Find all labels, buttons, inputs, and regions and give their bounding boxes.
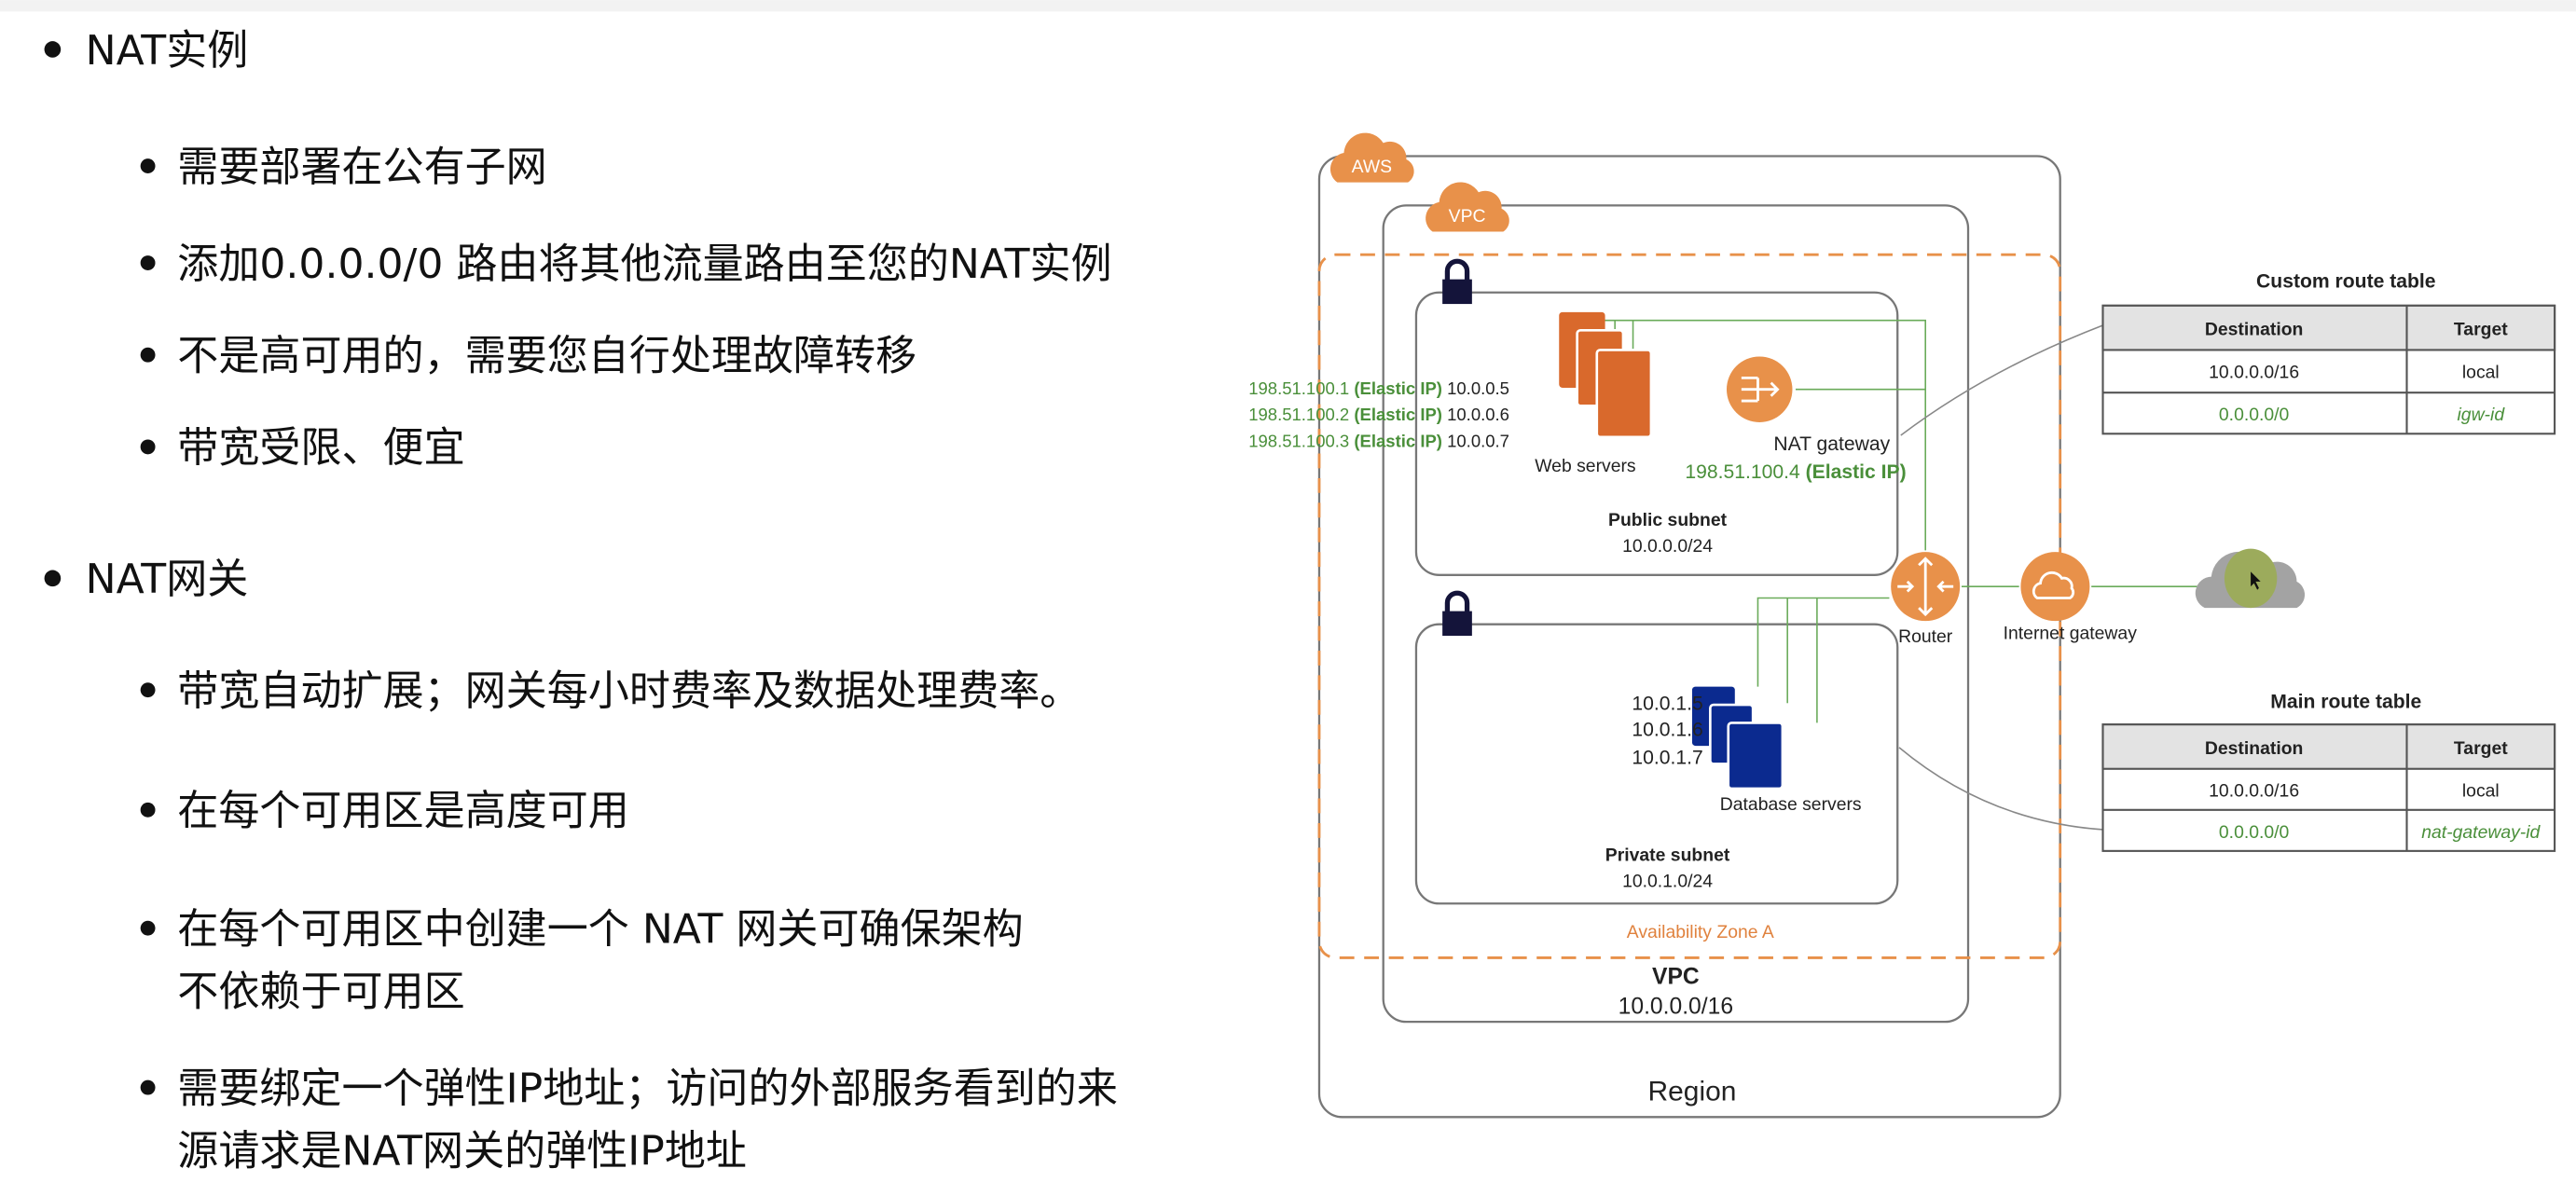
elastic-ip-tag: (Elastic IP) (1354, 431, 1442, 450)
router-label: Router (1898, 626, 1953, 647)
bullet-dot (140, 920, 156, 936)
region-label: Region (1648, 1077, 1737, 1107)
internet-gateway-icon (2020, 552, 2090, 622)
bullet-dot (140, 347, 156, 363)
availability-zone-label: Availability Zone A (1627, 922, 1774, 942)
bullet-dot (140, 439, 156, 455)
web-server-ip-list: 198.51.100.1 (Elastic IP) 10.0.0.5 198.5… (1248, 378, 1509, 450)
elastic-ip-tag: (Elastic IP) (1354, 378, 1442, 398)
lock-icon (1442, 590, 1472, 637)
top-strip (0, 0, 2576, 12)
nat-architecture-diagram: AWS VPC Web servers 198.51.100.1 (Elasti… (1248, 132, 2556, 1119)
private-subnet-title: Private subnet (1605, 845, 1730, 865)
aws-cloud-icon: AWS (1329, 132, 1414, 183)
column-header-target: Target (2454, 320, 2508, 340)
private-ip: 10.0.0.7 (1447, 431, 1509, 450)
public-subnet-title: Public subnet (1608, 510, 1728, 530)
bullet-dot (140, 682, 156, 698)
internet-gateway-label: Internet gateway (2004, 624, 2138, 644)
internet-cloud-icon (2195, 548, 2306, 609)
router-icon (1891, 552, 1961, 622)
bullet-text: 在每个可用区是高度可用 (177, 788, 629, 835)
svg-text:198.51.100.2 (Elastic IP) 10.0: 198.51.100.2 (Elastic IP) 10.0.0.6 (1248, 405, 1509, 424)
route-target: local (2462, 362, 2500, 382)
db-ip: 10.0.1.5 (1632, 693, 1702, 714)
elastic-ip-tag: (Elastic IP) (1354, 405, 1442, 424)
vpc-badge-label: VPC (1449, 206, 1486, 227)
private-subnet-cidr: 10.0.1.0/24 (1622, 872, 1713, 892)
bullet-list: NAT实例 需要部署在公有子网 添加0.0.0.0/0 路由将其他流量路由至您的… (44, 27, 1118, 1175)
column-header-destination: Destination (2205, 738, 2304, 759)
section-title-nat-gateway: NAT网关 (86, 556, 249, 603)
bullet-text: 在每个可用区中创建一个 NAT 网关可确保架构 (177, 906, 1023, 954)
nat-eip-tag: (Elastic IP) (1806, 461, 1907, 483)
bullet-text-continued: 不依赖于可用区 (177, 969, 464, 1016)
column-header-target: Target (2454, 738, 2508, 759)
bullet-dot (140, 802, 156, 818)
route-destination: 10.0.0.0/16 (2209, 362, 2299, 382)
bullet-text: 需要部署在公有子网 (177, 144, 546, 191)
elastic-ip: 198.51.100.2 (1248, 405, 1349, 424)
private-route-connector (1898, 747, 2103, 831)
vpc-cloud-icon: VPC (1426, 182, 1509, 232)
column-header-destination: Destination (2205, 320, 2304, 340)
db-ip: 10.0.1.7 (1632, 747, 1702, 768)
bullet-dot (44, 570, 62, 587)
bullet-dot (140, 1079, 156, 1095)
bullet-text: 需要绑定一个弹性IP地址；访问的外部服务看到的来 (177, 1065, 1118, 1112)
nat-gateway-icon (1726, 356, 1793, 422)
aws-label: AWS (1352, 157, 1392, 177)
vpc-cidr: 10.0.0.0/16 (1619, 994, 1733, 1019)
section-title-nat-instance: NAT实例 (86, 27, 249, 75)
bullet-text: 不是高可用的，需要您自行处理故障转移 (177, 333, 916, 380)
nat-gateway-eip: 198.51.100.4 (Elastic IP) (1685, 461, 1906, 483)
route-target: nat-gateway-id (2421, 822, 2541, 843)
database-servers-label: Database servers (1720, 794, 1862, 815)
bullet-dot (140, 158, 156, 173)
route-target: igw-id (2457, 405, 2505, 425)
bullet-text: 带宽自动扩展；网关每小时费率及数据处理费率。 (177, 667, 1081, 715)
lock-icon (1442, 258, 1472, 305)
public-route-connector (1900, 324, 2103, 436)
custom-route-table: Custom route table Destination Target 10… (2101, 270, 2556, 435)
route-target: local (2462, 781, 2500, 802)
elastic-ip: 198.51.100.1 (1248, 378, 1349, 398)
bullet-text-continued: 源请求是NAT网关的弹性IP地址 (177, 1127, 747, 1175)
bullet-dot (140, 255, 156, 270)
private-ip: 10.0.0.5 (1447, 378, 1509, 398)
public-subnet-cidr: 10.0.0.0/24 (1622, 536, 1713, 557)
vpc-title: VPC (1652, 965, 1700, 990)
nat-eip-value: 198.51.100.4 (1685, 461, 1800, 483)
db-ip: 10.0.1.6 (1632, 720, 1702, 741)
main-route-table: Main route table Destination Target 10.0… (2101, 692, 2556, 852)
nat-gateway-label: NAT gateway (1773, 433, 1890, 455)
private-ip: 10.0.0.6 (1447, 405, 1509, 424)
svg-text:198.51.100.3 (Elastic IP) 10.0: 198.51.100.3 (Elastic IP) 10.0.0.7 (1248, 431, 1509, 450)
svg-text:198.51.100.1 (Elastic IP) 10.0: 198.51.100.1 (Elastic IP) 10.0.0.5 (1248, 378, 1509, 398)
bullet-text: 添加0.0.0.0/0 路由将其他流量路由至您的NAT实例 (177, 241, 1111, 288)
bullet-text: 带宽受限、便宜 (177, 424, 464, 472)
route-destination: 0.0.0.0/0 (2219, 822, 2290, 843)
web-servers-label: Web servers (1535, 456, 1635, 476)
bullet-dot (44, 41, 62, 58)
route-destination: 10.0.0.0/16 (2209, 781, 2299, 802)
slide-canvas: NAT实例 需要部署在公有子网 添加0.0.0.0/0 路由将其他流量路由至您的… (0, 0, 2576, 1175)
route-destination: 0.0.0.0/0 (2219, 405, 2290, 425)
custom-route-table-title: Custom route table (2256, 270, 2436, 292)
main-route-table-title: Main route table (2270, 692, 2421, 713)
elastic-ip: 198.51.100.3 (1248, 431, 1349, 450)
